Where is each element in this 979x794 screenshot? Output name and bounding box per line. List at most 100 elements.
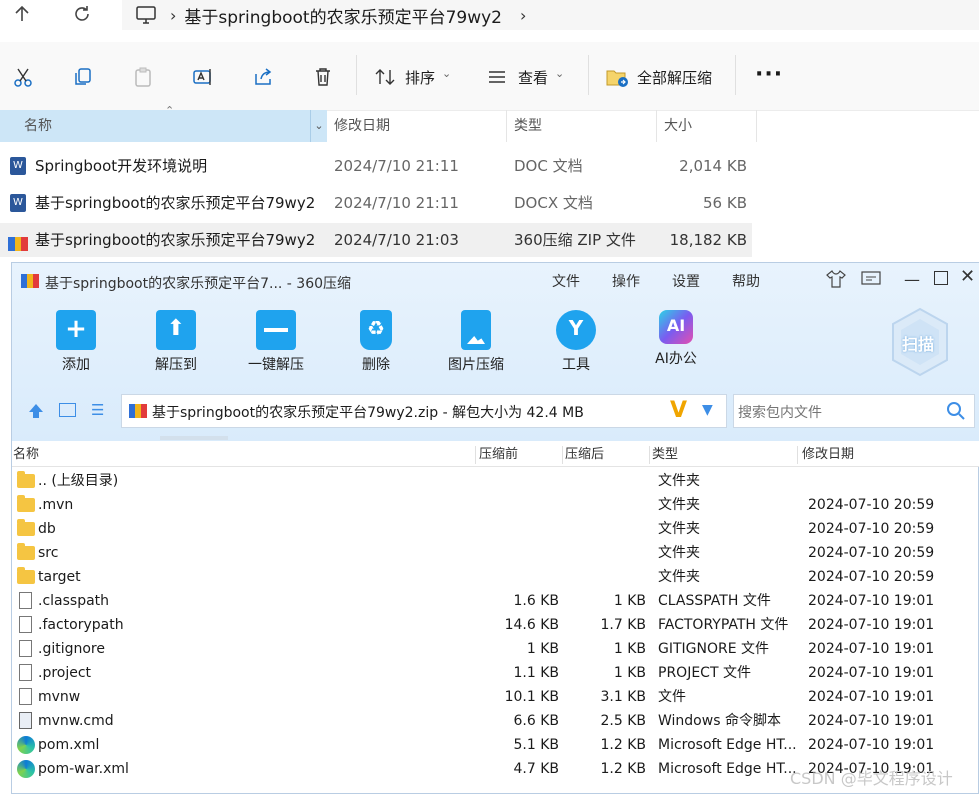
- breadcrumb[interactable]: 基于springboot的农家乐预定平台79wy2: [184, 3, 502, 28]
- paste-icon[interactable]: [130, 64, 156, 90]
- feedback-icon[interactable]: [861, 271, 881, 291]
- minimize-icon[interactable]: —: [904, 270, 920, 289]
- zip-file-before: 14.6 KB: [504, 617, 559, 633]
- zip-file-before: 4.7 KB: [513, 761, 560, 777]
- thumbnail-view-icon[interactable]: [59, 403, 76, 417]
- column-header-date[interactable]: 修改日期: [327, 110, 507, 142]
- zip-search-input[interactable]: [736, 400, 940, 424]
- zip-file-row[interactable]: db 文件夹 2024-07-10 20:59: [12, 517, 979, 541]
- menu-operation[interactable]: 操作: [612, 271, 640, 291]
- toolbar-divider: [356, 55, 357, 95]
- share-icon[interactable]: [250, 64, 276, 90]
- file-row-selected[interactable]: 基于springboot的农家乐预定平台79wy2 2024/7/10 21:0…: [0, 223, 752, 257]
- sort-button[interactable]: 排序: [405, 67, 435, 88]
- skin-icon[interactable]: [826, 270, 846, 292]
- toolbar-divider: [588, 55, 589, 95]
- toolbar-divider: [735, 55, 736, 95]
- zip-file-type: 文件夹: [658, 497, 700, 513]
- up-arrow-icon[interactable]: [2, 0, 42, 28]
- close-icon[interactable]: ✕: [960, 266, 975, 287]
- add-label: 添加: [62, 357, 90, 373]
- more-options-icon[interactable]: ···: [755, 62, 783, 87]
- view-button[interactable]: 查看: [518, 67, 548, 88]
- extract-to-button[interactable]: ⬆ 解压到: [146, 310, 206, 374]
- file-date: 2024/7/10 21:11: [334, 157, 459, 175]
- tools-button[interactable]: Y 工具: [546, 310, 606, 374]
- delete-button[interactable]: ♻ 删除: [346, 310, 406, 374]
- extract-all-icon[interactable]: [604, 64, 630, 90]
- zip-column-before[interactable]: 压缩前: [479, 446, 518, 464]
- ai-icon: AI: [659, 310, 693, 344]
- zip-file-type: 文件: [658, 689, 686, 705]
- zip-file-row[interactable]: .factorypath 14.6 KB 1.7 KB FACTORYPATH 文件 2…: [12, 613, 979, 637]
- folder-icon: [17, 471, 35, 488]
- file-date: 2024/7/10 21:11: [334, 194, 459, 212]
- zip-file-name: db: [38, 521, 56, 537]
- maximize-icon[interactable]: [934, 271, 948, 285]
- column-header-type[interactable]: 类型: [507, 110, 657, 142]
- column-header-label: 名称: [24, 118, 52, 134]
- add-button[interactable]: + 添加: [46, 310, 106, 374]
- file-size: 18,182 KB: [669, 231, 747, 249]
- column-header-size[interactable]: 大小: [657, 110, 757, 142]
- zip-file-row[interactable]: pom.xml 5.1 KB 1.2 KB Microsoft Edge HT... 2…: [12, 733, 979, 757]
- zip-file-before: 6.6 KB: [513, 713, 560, 729]
- sort-icon[interactable]: [372, 64, 398, 90]
- zip-file-row[interactable]: mvnw 10.1 KB 3.1 KB 文件 2024-07-10 19:01: [12, 685, 979, 709]
- zip-file-name: .. (上级目录): [38, 473, 119, 489]
- menu-settings[interactable]: 设置: [672, 271, 700, 291]
- cmd-script-icon: [19, 712, 32, 729]
- folder-icon: [17, 543, 35, 560]
- zip-file-name: .mvn: [38, 497, 74, 513]
- chevron-down-icon[interactable]: ▼: [702, 402, 713, 418]
- ai-office-button[interactable]: AI AI办公: [646, 310, 706, 368]
- monitor-icon: [136, 6, 156, 24]
- zip-column-after[interactable]: 压缩后: [565, 446, 604, 464]
- zip-column-name[interactable]: 名称: [13, 446, 39, 464]
- chevron-down-icon[interactable]: ⌄: [310, 110, 327, 142]
- search-icon[interactable]: [946, 401, 966, 425]
- file-type: 360压缩 ZIP 文件: [514, 231, 636, 249]
- cut-icon[interactable]: [10, 64, 36, 90]
- zip-file-row[interactable]: src 文件夹 2024-07-10 20:59: [12, 541, 979, 565]
- folder-icon: [17, 567, 35, 584]
- zip-file-row[interactable]: .gitignore 1 KB 1 KB GITIGNORE 文件 2024-07-10…: [12, 637, 979, 661]
- one-click-extract-label: 一键解压: [248, 357, 304, 373]
- zip-file-row[interactable]: target 文件夹 2024-07-10 20:59: [12, 565, 979, 589]
- rename-icon[interactable]: [190, 64, 216, 90]
- list-view-icon[interactable]: ☰: [91, 401, 104, 419]
- file-row[interactable]: W Springboot开发环境说明 2024/7/10 21:11 DOC 文…: [0, 149, 752, 183]
- zip-file-row[interactable]: .project 1.1 KB 1 KB PROJECT 文件 2024-07-10 1…: [12, 661, 979, 685]
- copy-icon[interactable]: [70, 64, 96, 90]
- zip-file-row[interactable]: .mvn 文件夹 2024-07-10 20:59: [12, 493, 979, 517]
- word-doc-icon: W: [10, 157, 26, 175]
- column-header-name[interactable]: 名称: [0, 110, 310, 142]
- file-row[interactable]: W 基于springboot的农家乐预定平台79wy2 2024/7/10 21…: [0, 186, 752, 220]
- view-icon[interactable]: [484, 64, 510, 90]
- image-compress-button[interactable]: 图片压缩: [446, 310, 506, 374]
- zip-column-type[interactable]: 类型: [652, 446, 678, 464]
- column-divider: [797, 446, 798, 464]
- tools-icon: Y: [556, 310, 596, 350]
- zip-file-row[interactable]: .. (上级目录) 文件夹: [12, 469, 979, 493]
- one-click-extract-button[interactable]: 一键解压: [246, 310, 306, 374]
- zip-file-row[interactable]: .classpath 1.6 KB 1 KB CLASSPATH 文件 2024-07-…: [12, 589, 979, 613]
- scan-button[interactable]: 扫描: [889, 307, 951, 377]
- zip-file-type: 文件夹: [658, 521, 700, 537]
- zip-path-bar[interactable]: 基于springboot的农家乐预定平台79wy2.zip - 解包大小为 42…: [121, 394, 727, 428]
- v-logo-icon[interactable]: V: [670, 398, 687, 423]
- menu-help[interactable]: 帮助: [732, 271, 760, 291]
- zip-file-date: 2024-07-10 20:59: [808, 497, 935, 513]
- refresh-icon[interactable]: [62, 0, 102, 28]
- extract-all-button[interactable]: 全部解压缩: [637, 67, 712, 88]
- zip-file-row[interactable]: mvnw.cmd 6.6 KB 2.5 KB Windows 命令脚本 2024-07-…: [12, 709, 979, 733]
- file-name: 基于springboot的农家乐预定平台79wy2: [35, 231, 316, 249]
- delete-icon[interactable]: [310, 64, 336, 90]
- up-level-icon[interactable]: [27, 402, 45, 424]
- edge-icon: [17, 760, 35, 778]
- address-bar[interactable]: › 基于springboot的农家乐预定平台79wy2 ›: [122, 0, 979, 30]
- zip-file-name: mvnw.cmd: [38, 713, 114, 729]
- zip-column-date[interactable]: 修改日期: [802, 446, 854, 464]
- zip-search-box[interactable]: [733, 394, 975, 428]
- menu-file[interactable]: 文件: [552, 271, 580, 291]
